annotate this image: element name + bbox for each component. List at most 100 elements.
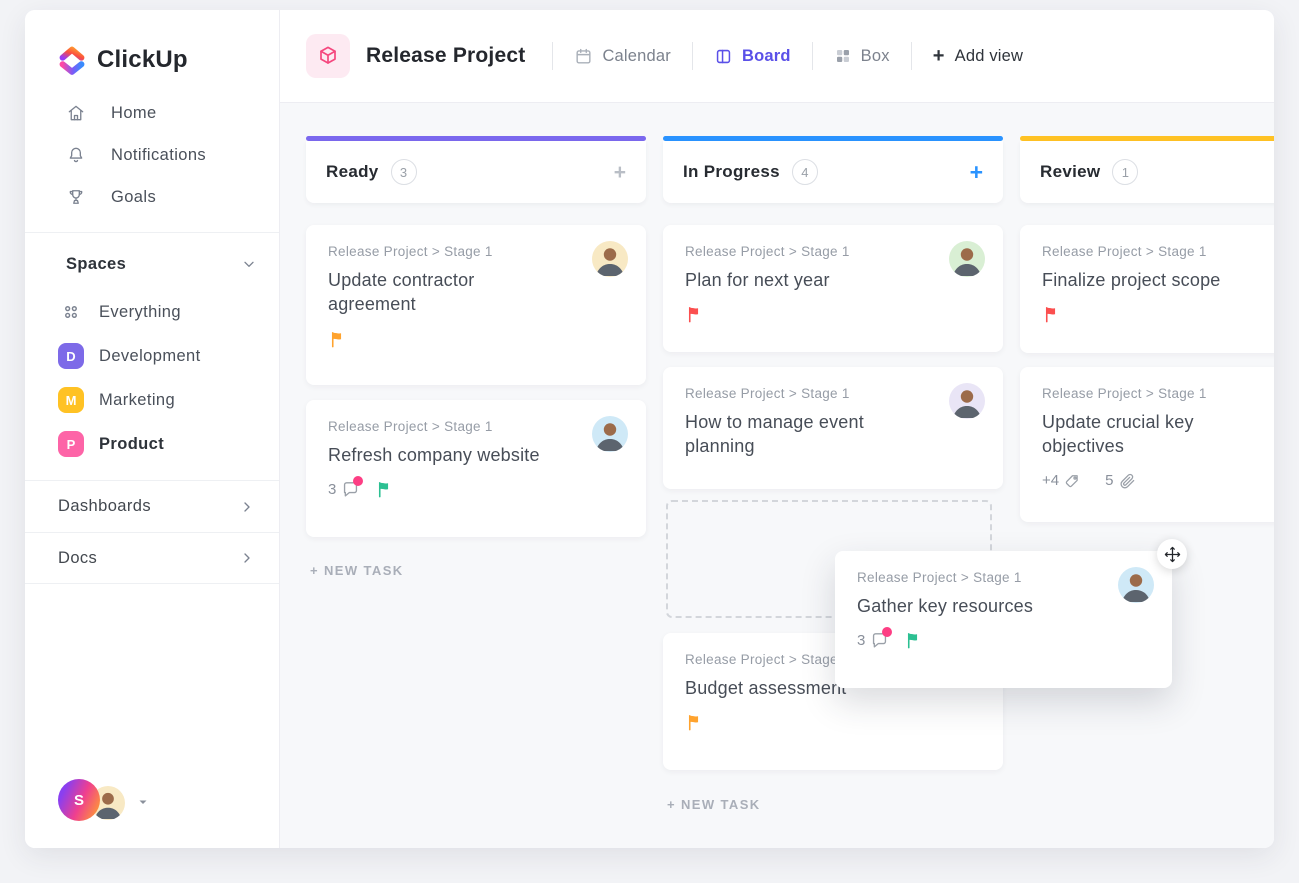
sidebar-item-label: Everything (99, 303, 181, 322)
new-task-button[interactable]: + NEW TASK (667, 797, 761, 812)
column-count-badge: 4 (792, 159, 818, 185)
task-card[interactable]: Release Project > Stage 1 Plan for next … (663, 225, 1003, 352)
sidebar-item-label: Notifications (111, 146, 206, 165)
app-window: ClickUp Home Notifications (25, 10, 1274, 848)
sidebar-item-label: Docs (58, 549, 97, 568)
plus-icon: + (933, 46, 945, 66)
spaces-list: Everything D Development M Marketing P P… (25, 290, 279, 466)
assignee-avatar (949, 241, 985, 277)
sidebar-item-development[interactable]: D Development (25, 334, 279, 378)
column-title: In Progress (683, 162, 780, 182)
notification-dot (353, 476, 363, 486)
calendar-icon (574, 47, 593, 66)
sidebar-item-notifications[interactable]: Notifications (25, 134, 279, 176)
divider (812, 42, 813, 70)
comments-count: 3 (857, 632, 865, 649)
sidebar-item-goals[interactable]: Goals (25, 176, 279, 218)
task-breadcrumb: Release Project > Stage 1 (685, 386, 981, 401)
task-breadcrumb: Release Project > Stage 1 (328, 244, 624, 259)
add-view-button[interactable]: + Add view (933, 46, 1023, 66)
sidebar-item-docs[interactable]: Docs (25, 532, 279, 584)
priority-flag-icon (685, 713, 704, 732)
tab-calendar[interactable]: Calendar (574, 47, 671, 66)
column-header: Review 1 (1020, 141, 1274, 203)
clickup-wordmark: ClickUp (97, 46, 188, 74)
tab-box[interactable]: Box (834, 47, 890, 66)
notification-dot (882, 627, 892, 637)
column-count-badge: 1 (1112, 159, 1138, 185)
task-card[interactable]: Release Project > Stage 1 Finalize proje… (1020, 225, 1274, 353)
priority-flag-icon (904, 631, 923, 650)
spaces-header[interactable]: Spaces (66, 247, 257, 281)
column-header: Ready 3 + (306, 141, 646, 203)
space-badge: M (58, 387, 84, 413)
topbar: Release Project Calendar Board (280, 10, 1274, 103)
tab-board[interactable]: Board (714, 47, 791, 66)
tags-indicator: +4 (1042, 472, 1082, 490)
comment-bubble-icon (870, 631, 889, 650)
task-title: Plan for next year (685, 268, 981, 292)
priority-flag-icon (328, 330, 347, 349)
workspace-avatar: S (58, 779, 100, 821)
task-card[interactable]: Release Project > Stage 1 How to manage … (663, 367, 1003, 489)
task-title: Finalize project scope (1042, 268, 1274, 292)
sidebar-nav: Home Notifications (25, 92, 279, 218)
space-badge: D (58, 343, 84, 369)
project-icon (306, 34, 350, 78)
task-breadcrumb: Release Project > Stage 1 (1042, 386, 1274, 401)
column-header: In Progress 4 + (663, 141, 1003, 203)
assignee-avatar (592, 416, 628, 452)
column-in-progress: In Progress 4 + Release Project > Stage … (663, 136, 1003, 203)
task-card[interactable]: Release Project > Stage 1 Refresh compan… (306, 400, 646, 537)
dragged-task-card[interactable]: Release Project > Stage 1 Gather key res… (835, 551, 1172, 688)
chevron-right-icon (239, 499, 255, 515)
sidebar-item-dashboards[interactable]: Dashboards (25, 480, 279, 532)
kanban-board: Ready 3 + Release Project > Stage 1 Upda… (280, 103, 1274, 848)
sidebar-item-label: Dashboards (58, 497, 151, 516)
board-icon (714, 47, 733, 66)
priority-flag-icon (685, 305, 704, 324)
comments-count: 3 (328, 481, 336, 498)
add-task-icon[interactable]: + (614, 162, 626, 183)
tags-count: +4 (1042, 472, 1059, 489)
priority-flag-icon (375, 480, 394, 499)
task-breadcrumb: Release Project > Stage 1 (328, 419, 624, 434)
sidebar-item-marketing[interactable]: M Marketing (25, 378, 279, 422)
sidebar-item-product[interactable]: P Product (25, 422, 279, 466)
user-menu[interactable]: S (58, 779, 149, 821)
move-cursor-icon (1157, 539, 1187, 569)
attachments-count: 5 (1105, 472, 1113, 489)
task-title: Update crucial key objectives (1042, 410, 1274, 459)
space-badge: P (58, 431, 84, 457)
paperclip-icon (1118, 472, 1136, 490)
attachments-indicator: 5 (1105, 472, 1136, 490)
task-card[interactable]: Release Project > Stage 1 Update contrac… (306, 225, 646, 385)
grid-dots-icon (58, 302, 84, 322)
column-review: Review 1 Release Project > Stage 1 Final… (1020, 136, 1274, 203)
page-title: Release Project (366, 44, 525, 68)
sidebar-divider (25, 232, 279, 233)
task-breadcrumb: Release Project > Stage 1 (685, 244, 981, 259)
sidebar-item-label: Goals (111, 188, 156, 207)
column-count-badge: 3 (391, 159, 417, 185)
caret-down-icon (137, 796, 149, 808)
column-title: Ready (326, 162, 379, 182)
task-title: Refresh company website (328, 443, 624, 467)
new-task-button[interactable]: + NEW TASK (310, 563, 404, 578)
task-title: Update contractor agreement (328, 268, 624, 317)
tag-icon (1064, 472, 1082, 490)
divider (692, 42, 693, 70)
task-card[interactable]: Release Project > Stage 1 Update crucial… (1020, 367, 1274, 522)
sidebar-item-everything[interactable]: Everything (25, 290, 279, 334)
task-breadcrumb: Release Project > Stage 1 (857, 570, 1150, 585)
task-breadcrumb: Release Project > Stage 1 (1042, 244, 1274, 259)
column-title: Review (1040, 162, 1100, 182)
divider (911, 42, 912, 70)
sidebar-item-home[interactable]: Home (25, 92, 279, 134)
sidebar-item-label: Home (111, 104, 157, 123)
cube-icon (316, 44, 340, 68)
clickup-logo[interactable]: ClickUp (56, 42, 188, 78)
trophy-icon (66, 187, 86, 207)
add-task-icon[interactable]: + (970, 161, 983, 184)
comment-bubble-icon (341, 480, 360, 499)
